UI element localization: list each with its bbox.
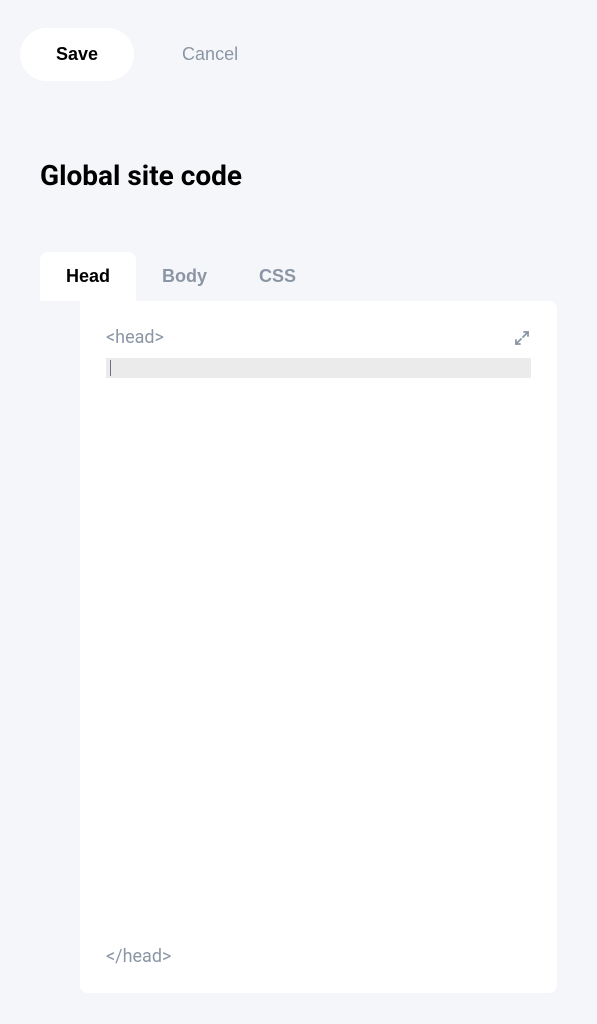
cancel-button[interactable]: Cancel — [158, 28, 262, 81]
code-editor-panel: <head> </head> — [80, 301, 557, 993]
editor-open-tag-label: <head> — [106, 327, 164, 348]
tab-head[interactable]: Head — [40, 252, 136, 301]
page-title: Global site code — [0, 99, 597, 192]
text-cursor — [110, 360, 111, 376]
toolbar: Save Cancel — [0, 0, 597, 99]
editor-close-tag-label: </head> — [106, 946, 531, 967]
tabs: Head Body CSS — [40, 252, 597, 301]
expand-icon[interactable] — [513, 329, 531, 347]
save-button[interactable]: Save — [20, 28, 134, 81]
tab-body[interactable]: Body — [136, 252, 233, 301]
editor-header: <head> — [106, 327, 531, 348]
tab-css[interactable]: CSS — [233, 252, 322, 301]
tabs-container: Head Body CSS <head> </head> — [0, 192, 597, 993]
code-input-line[interactable] — [106, 358, 531, 378]
editor-body[interactable] — [106, 386, 531, 946]
